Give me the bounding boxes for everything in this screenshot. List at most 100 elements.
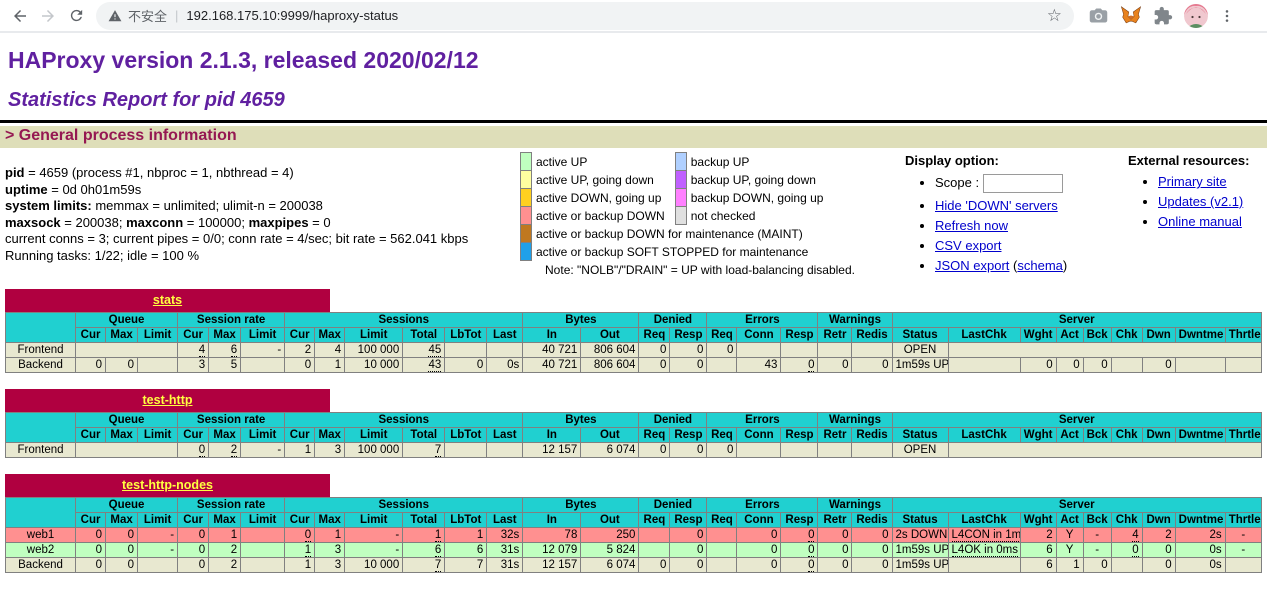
back-button[interactable]: [6, 2, 34, 30]
column-header: Act: [1056, 428, 1083, 443]
legend-color-swatch: [521, 243, 532, 261]
row-name: web2: [6, 543, 76, 558]
stat-cell: Y: [1056, 528, 1083, 543]
stat-cell: 0: [76, 558, 106, 573]
stat-cell: [707, 358, 737, 373]
page-title: HAProxy version 2.1.3, released 2020/02/…: [8, 47, 1267, 74]
display-option-link[interactable]: JSON export: [935, 258, 1009, 273]
external-resource-link[interactable]: Primary site: [1158, 174, 1227, 189]
stat-cell: 0: [1083, 558, 1111, 573]
stat-cell: [487, 443, 523, 458]
column-header: Req: [707, 428, 737, 443]
stat-cell: 250: [581, 528, 639, 543]
security-label[interactable]: 不安全: [128, 6, 167, 25]
column-header: Status: [892, 328, 948, 343]
column-header: Max: [209, 513, 241, 528]
stat-cell: 1m59s UP: [892, 558, 948, 573]
stat-cell: 1: [445, 528, 487, 543]
column-header: Out: [581, 513, 639, 528]
warning-triangle-icon: [108, 9, 122, 23]
column-header: Chk: [1111, 513, 1142, 528]
profile-avatar[interactable]: [1184, 4, 1208, 28]
proxy-name-link[interactable]: stats: [153, 293, 182, 307]
stat-cell: 6: [403, 543, 445, 558]
stat-cell: [781, 343, 818, 358]
column-header: Retr: [818, 328, 852, 343]
proxy-table-block-test-http-nodes: test-http-nodesQueueSession rateSessions…: [5, 474, 1267, 573]
stat-cell: 1: [315, 528, 345, 543]
column-header: Cur: [178, 328, 209, 343]
group-header: Bytes: [523, 498, 639, 513]
stat-cell: 0: [670, 343, 707, 358]
column-header: Act: [1056, 328, 1083, 343]
extensions-puzzle-icon[interactable]: [1153, 6, 1173, 26]
display-option-link[interactable]: CSV export: [935, 238, 1001, 253]
external-resource-link[interactable]: Updates (v2.1): [1158, 194, 1243, 209]
group-header: Session rate: [178, 498, 285, 513]
camera-extension-icon[interactable]: [1088, 5, 1109, 26]
column-header: Max: [315, 428, 345, 443]
bookmark-star-icon[interactable]: ☆: [1047, 7, 1062, 24]
scope-input[interactable]: [983, 174, 1063, 193]
proxy-name-link[interactable]: test-http-nodes: [122, 478, 213, 492]
stat-cell: [852, 343, 892, 358]
stat-cell: 0: [639, 343, 670, 358]
stat-cell: 0: [76, 528, 106, 543]
column-header: Cur: [76, 328, 106, 343]
column-header: Cur: [178, 513, 209, 528]
stat-cell: 0: [670, 443, 707, 458]
menu-dots-icon[interactable]: [1219, 7, 1235, 25]
haproxy-stats-page: HAProxy version 2.1.3, released 2020/02/…: [0, 47, 1267, 573]
column-header: Bck: [1083, 328, 1111, 343]
url-text[interactable]: 192.168.175.10:9999/haproxy-status: [186, 8, 398, 23]
row-name: Backend: [6, 558, 76, 573]
column-header: Limit: [241, 328, 285, 343]
column-header: Req: [639, 328, 670, 343]
table-row-web2: web200-0213-6631s12 0795 824000001m59s U…: [6, 543, 1262, 558]
metamask-fox-icon[interactable]: [1120, 5, 1142, 26]
display-option-link[interactable]: Refresh now: [935, 218, 1008, 233]
column-header: Resp: [781, 328, 818, 343]
column-header: Out: [581, 428, 639, 443]
display-options-title: Display option:: [905, 153, 999, 168]
column-header: Max: [106, 428, 138, 443]
stat-cell: [241, 543, 285, 558]
corner-header: [6, 498, 76, 528]
column-header: Resp: [670, 513, 707, 528]
column-header: Cur: [285, 328, 315, 343]
stat-cell: [737, 443, 781, 458]
display-option-link[interactable]: Hide 'DOWN' servers: [935, 198, 1058, 213]
legend-color-swatch: [675, 171, 686, 189]
table-row-web1: web100-0101-1132s78250000002s DOWNL4CON …: [6, 528, 1262, 543]
column-header: Cur: [76, 428, 106, 443]
stat-cell: 0: [737, 543, 781, 558]
group-header: Session rate: [178, 413, 285, 428]
legend-color-swatch: [675, 153, 686, 171]
external-resource-link[interactable]: Online manual: [1158, 214, 1242, 229]
stat-cell: 40 721: [523, 343, 581, 358]
column-header: Retr: [818, 428, 852, 443]
column-header: Bck: [1083, 428, 1111, 443]
stat-cell: [781, 443, 818, 458]
legend-label: active or backup DOWN for maintenance (M…: [532, 225, 834, 243]
stat-cell: 1: [285, 543, 315, 558]
reload-button[interactable]: [62, 2, 90, 30]
stat-cell: [1225, 358, 1261, 373]
stat-cell: 806 604: [581, 358, 639, 373]
stat-cell: 0: [781, 543, 818, 558]
stat-cell: [241, 528, 285, 543]
display-option-item: Hide 'DOWN' servers: [935, 198, 1120, 213]
forward-button[interactable]: [34, 2, 62, 30]
column-header: LbTot: [445, 428, 487, 443]
group-header: Session rate: [178, 313, 285, 328]
stat-cell: L4OK in 0ms: [948, 543, 1020, 558]
stat-cell: 0: [1056, 358, 1083, 373]
stat-cell: 0: [670, 358, 707, 373]
stat-cell: 0: [1083, 358, 1111, 373]
address-bar[interactable]: 不安全 | 192.168.175.10:9999/haproxy-status…: [96, 2, 1074, 30]
process-info: pid = 4659 (process #1, nbproc = 1, nbth…: [0, 148, 520, 264]
stat-cell: [1175, 358, 1225, 373]
proxy-name-link[interactable]: test-http: [143, 393, 193, 407]
stat-cell: 3: [315, 543, 345, 558]
display-option-link[interactable]: schema: [1017, 258, 1063, 273]
